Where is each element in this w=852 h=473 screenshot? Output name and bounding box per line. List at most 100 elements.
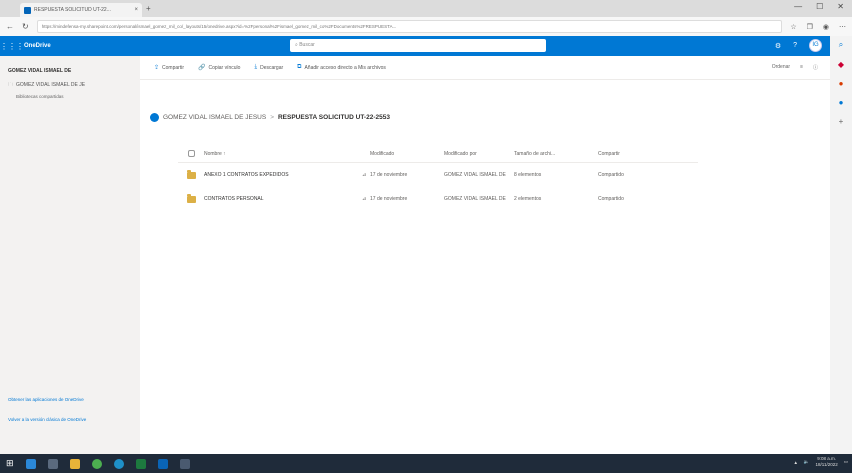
more-icon[interactable]: ⋯	[839, 23, 846, 31]
add-shortcut-button[interactable]: ⧉ Añadir acceso directo a Mis archivos	[297, 64, 386, 71]
profile-icon[interactable]: ◉	[823, 23, 829, 31]
breadcrumb-parent[interactable]: GOMEZ VIDAL ISMAEL DE JESUS	[163, 114, 266, 121]
browser-toolbar-icons: ☆ ❐ ◉ ⋯	[790, 23, 846, 31]
shortcut-icon: ⧉	[297, 64, 302, 70]
command-bar: ⇪ Compartir 🔗 Copiar vínculo ⤓ Descargar…	[140, 56, 830, 80]
notification-icon[interactable]: ▭	[844, 459, 848, 465]
excel-icon[interactable]	[135, 458, 146, 469]
reload-icon[interactable]: ↻	[22, 22, 29, 31]
nav-user-name[interactable]: GOMEZ VIDAL ISMAEL DE	[8, 68, 71, 74]
minimize-button[interactable]: —	[794, 2, 802, 11]
modified-by: GOMEZ VIDAL ISMAEL DE	[444, 196, 506, 202]
file-name[interactable]: CONTRATOS PERSONAL	[204, 196, 362, 202]
app-launcher-icon[interactable]: ⋮⋮⋮	[0, 42, 24, 51]
pin-icon[interactable]: ⊿	[362, 196, 370, 202]
windows-start-icon[interactable]: ⊞	[6, 458, 14, 469]
share-label: Compartir	[162, 64, 184, 71]
file-name[interactable]: ANEXO 1 CONTRATOS EXPEDIDOS	[204, 172, 362, 178]
col-size[interactable]: Tamaño de archi...	[514, 151, 598, 157]
info-icon[interactable]: ⓘ	[813, 64, 818, 71]
folder-icon	[186, 169, 196, 179]
share-icon: ⇪	[154, 65, 160, 71]
table-row[interactable]: ANEXO 1 CONTRATOS EXPEDIDOS ⊿ 17 de novi…	[178, 163, 698, 187]
share-button[interactable]: ⇪ Compartir	[154, 64, 184, 72]
add-icon[interactable]: +	[839, 117, 844, 126]
nav-item-label: GOMEZ VIDAL ISMAEL DE JE	[16, 82, 86, 88]
sharing-status[interactable]: Compartido	[598, 172, 668, 178]
item-count: 8 elementos	[514, 172, 542, 178]
copy-link-button[interactable]: 🔗 Copiar vínculo	[198, 64, 241, 72]
games-icon[interactable]: ●	[839, 79, 844, 88]
left-nav: GOMEZ VIDAL ISMAEL DE 🗀 GOMEZ VIDAL ISMA…	[0, 56, 140, 454]
col-sharing[interactable]: Compartir	[598, 151, 668, 157]
new-tab-button[interactable]: +	[146, 4, 151, 13]
app-name[interactable]: OneDrive	[24, 43, 51, 49]
network-icon[interactable]: ▲	[793, 460, 797, 465]
sort-button[interactable]: Ordenar	[772, 64, 790, 71]
office-icon[interactable]: ●	[839, 98, 844, 107]
download-button[interactable]: ⤓ Descargar	[254, 64, 283, 71]
view-options-button[interactable]: ≡	[800, 64, 803, 71]
photos-icon[interactable]	[179, 458, 190, 469]
system-tray: ▲ 🔈 9:08 a.m. 18/11/2022 ▭	[793, 456, 848, 468]
nav-shared-libraries[interactable]: Bibliotecas compartidas	[16, 94, 64, 99]
chrome-icon[interactable]	[91, 458, 102, 469]
tab-close-icon[interactable]: ×	[134, 7, 138, 13]
modified-by: GOMEZ VIDAL ISMAEL DE	[444, 172, 506, 178]
clock[interactable]: 9:08 a.m. 18/11/2022	[816, 456, 838, 468]
clock-date: 18/11/2022	[815, 462, 838, 467]
get-apps-link[interactable]: Obtener las aplicaciones de OneDrive	[8, 396, 118, 403]
settings-gear-icon[interactable]: ⚙	[775, 42, 781, 50]
close-window-button[interactable]: ✕	[837, 2, 844, 11]
browser-tab[interactable]: RESPUESTA SOLICITUD UT-22... ×	[20, 3, 142, 17]
breadcrumb: GOMEZ VIDAL ISMAEL DE JESUS > RESPUESTA …	[150, 113, 390, 122]
back-icon[interactable]: ←	[6, 22, 14, 31]
tab-bar: RESPUESTA SOLICITUD UT-22... × + — ☐ ✕	[0, 0, 852, 17]
folder-icon	[186, 193, 196, 203]
maximize-button[interactable]: ☐	[816, 2, 823, 11]
search-box[interactable]: ⌕ Buscar	[290, 39, 546, 52]
volume-icon[interactable]: 🔈	[804, 459, 810, 465]
download-icon: ⤓	[254, 64, 258, 70]
sharing-status[interactable]: Compartido	[598, 196, 668, 202]
search-icon: ⌕	[295, 42, 298, 48]
nav-item-user-files[interactable]: 🗀 GOMEZ VIDAL ISMAEL DE JE	[8, 82, 85, 90]
suite-bar: ⋮⋮⋮ OneDrive ⌕ Buscar ⚙ ? IG	[0, 36, 830, 56]
file-explorer-icon[interactable]	[69, 458, 80, 469]
user-avatar-icon	[150, 113, 159, 122]
copy-link-label: Copiar vínculo	[208, 64, 241, 71]
avatar[interactable]: IG	[809, 39, 822, 52]
onedrive-favicon-icon	[24, 6, 31, 14]
task-view-icon[interactable]	[47, 458, 58, 469]
folder-outline-icon: 🗀	[8, 82, 14, 88]
edge-icon[interactable]	[113, 458, 124, 469]
favorite-star-icon[interactable]: ☆	[790, 23, 796, 31]
collections-icon[interactable]: ❐	[807, 23, 813, 31]
chevron-right-icon: >	[270, 114, 274, 121]
windows-taskbar: ⊞ ▲ 🔈 9:08 a.m. 18/11/2022 ▭	[0, 454, 852, 473]
download-label: Descargar	[260, 64, 284, 71]
table-header: Nombre ↑ Modificado Modificado por Tamañ…	[178, 145, 698, 163]
search-icon[interactable]: ⌕	[839, 40, 843, 50]
pin-icon[interactable]: ⊿	[362, 172, 370, 178]
col-modified[interactable]: Modificado	[370, 151, 444, 157]
suite-actions: ⚙ ? IG	[775, 39, 822, 52]
shopping-icon[interactable]: ◆	[838, 60, 844, 69]
window-controls: — ☐ ✕	[794, 2, 844, 11]
col-name[interactable]: Nombre ↑	[204, 151, 362, 157]
modified-date: 17 de noviembre	[370, 196, 408, 202]
url-field[interactable]: https://mindefensa-my.sharepoint.com/per…	[36, 20, 783, 33]
search-icon[interactable]	[25, 458, 36, 469]
add-shortcut-label: Añadir acceso directo a Mis archivos	[304, 64, 386, 71]
browser-chrome: RESPUESTA SOLICITUD UT-22... × + — ☐ ✕ ←…	[0, 0, 852, 36]
address-bar: ← ↻ https://mindefensa-my.sharepoint.com…	[0, 17, 852, 36]
file-type-icon[interactable]	[187, 150, 195, 157]
classic-view-link[interactable]: Volver a la versión clásica de OneDrive	[8, 416, 118, 423]
tab-title: RESPUESTA SOLICITUD UT-22...	[34, 7, 111, 13]
item-count: 2 elementos	[514, 196, 542, 202]
table-row[interactable]: CONTRATOS PERSONAL ⊿ 17 de noviembre GOM…	[178, 187, 698, 211]
help-icon[interactable]: ?	[793, 42, 797, 49]
col-modified-by[interactable]: Modificado por	[444, 151, 514, 157]
command-bar-right: Ordenar ≡ ⓘ	[772, 64, 818, 71]
outlook-icon[interactable]	[157, 458, 168, 469]
